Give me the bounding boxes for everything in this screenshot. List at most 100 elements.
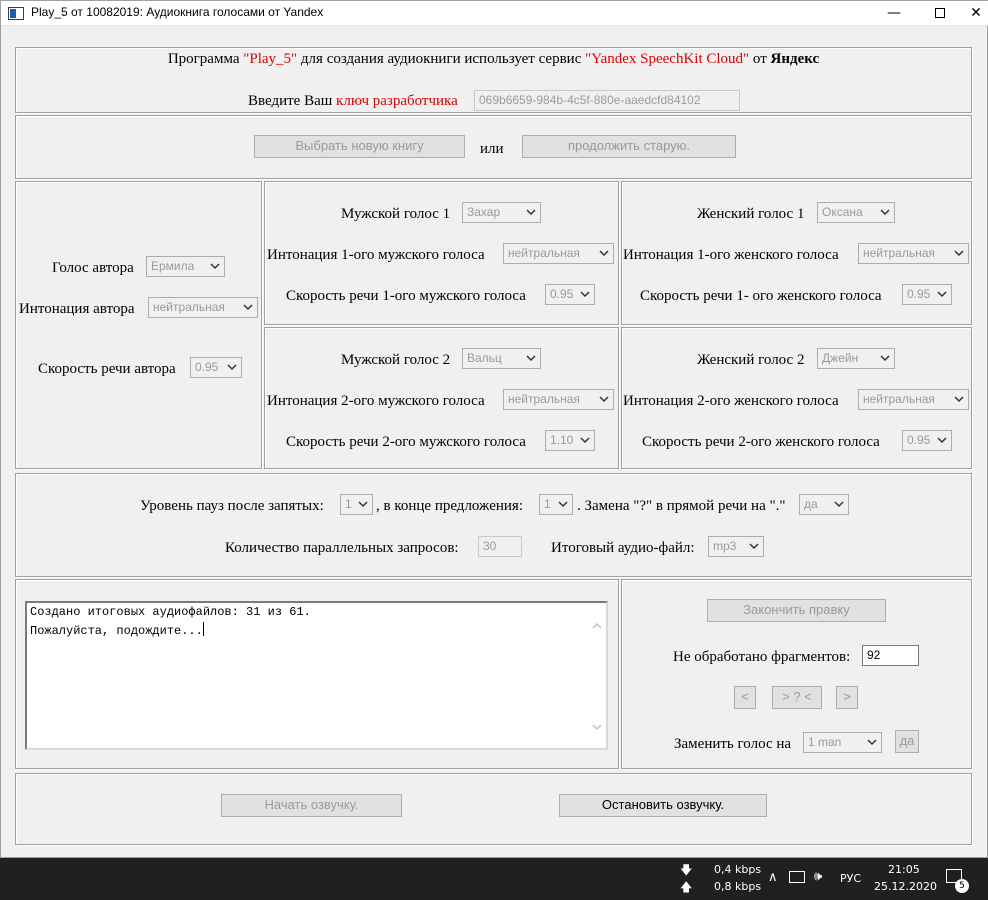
- chevron-up-icon[interactable]: ∧: [768, 870, 778, 885]
- start-voicing-button[interactable]: Начать озвучку.: [221, 794, 402, 817]
- program-name: "Play_5": [243, 51, 298, 67]
- male1-intonation-select[interactable]: нейтральная: [503, 243, 614, 264]
- female1-intonation-select[interactable]: нейтральная: [858, 243, 969, 264]
- upload-speed: 0,8 kbps: [714, 880, 762, 893]
- choose-new-book-button[interactable]: Выбрать новую книгу: [254, 135, 465, 158]
- male1-intonation-label: Интонация 1-ого мужского голоса: [267, 247, 485, 263]
- sentence-pause-select[interactable]: 1: [539, 494, 573, 515]
- volume-icon[interactable]: 🕪: [814, 869, 822, 884]
- question-replace-label: . Замена "?" в прямой речи на ".": [577, 498, 786, 514]
- finish-edit-button[interactable]: Закончить правку: [707, 599, 886, 622]
- api-key-label: Введите Ваш ключ разработчика: [248, 93, 458, 110]
- minimize-button[interactable]: —: [871, 1, 917, 26]
- notification-count: 5: [955, 879, 969, 893]
- chevron-down-icon: [953, 393, 965, 405]
- male1-speed-label: Скорость речи 1-ого мужского голоса: [286, 288, 526, 304]
- prev-fragment-button[interactable]: <: [734, 686, 756, 709]
- chevron-down-icon: [579, 434, 591, 446]
- male1-voice-label: Мужской голос 1: [341, 206, 451, 222]
- api-key-prefix: Введите Ваш: [248, 93, 337, 109]
- chevron-down-icon: [879, 352, 891, 364]
- chevron-down-icon: [936, 434, 948, 446]
- chevron-down-icon: [525, 352, 537, 364]
- chevron-down-icon: [833, 498, 845, 510]
- intro-mid: для создания аудиокниги использует серви…: [297, 51, 586, 67]
- replace-voice-label: Заменить голос на: [674, 736, 792, 752]
- close-button[interactable]: ✕: [963, 1, 988, 26]
- actions-panel: [15, 773, 972, 845]
- male2-voice-label: Мужской голос 2: [341, 352, 451, 368]
- chevron-down-icon: [242, 301, 254, 313]
- language-indicator[interactable]: РУС: [840, 872, 861, 885]
- comma-pause-select[interactable]: 1: [340, 494, 373, 515]
- parallel-requests-field[interactable]: 30: [478, 536, 522, 557]
- intro-prefix: Программа: [167, 51, 244, 67]
- scroll-down-icon[interactable]: [591, 720, 603, 732]
- download-speed: 0,4 kbps: [714, 863, 762, 876]
- api-key-field[interactable]: 069b6659-984b-4c5f-880e-aaedcfd84102: [474, 90, 740, 111]
- chevron-down-icon: [598, 247, 610, 259]
- chevron-down-icon: [579, 288, 591, 300]
- scroll-up-icon[interactable]: [591, 619, 603, 631]
- chevron-down-icon: [936, 288, 948, 300]
- author-voice-select[interactable]: Ермила: [146, 256, 225, 277]
- company-name: Яндекс: [770, 51, 820, 67]
- chevron-down-icon: [557, 498, 569, 510]
- parallel-requests-label: Количество параллельных запросов:: [225, 540, 459, 556]
- female2-voice-select[interactable]: Джейн: [817, 348, 895, 369]
- chevron-down-icon: [953, 247, 965, 259]
- question-replace-select[interactable]: да: [799, 494, 849, 515]
- chevron-down-icon: [357, 498, 369, 510]
- output-file-label: Итоговый аудио-файл:: [551, 540, 695, 556]
- sentence-pause-label: , в конце предложения:: [376, 498, 523, 514]
- log-scrollbar[interactable]: [589, 603, 606, 748]
- next-fragment-button[interactable]: >: [836, 686, 858, 709]
- or-label: или: [480, 141, 504, 157]
- author-speed-label: Скорость речи автора: [38, 361, 176, 377]
- title-bar[interactable]: Play_5 от 10082019: Аудиокнига голосами …: [1, 1, 988, 26]
- maximize-icon: [935, 8, 945, 18]
- chevron-down-icon: [866, 736, 878, 748]
- male1-voice-select[interactable]: Захар: [462, 202, 541, 223]
- continue-old-book-button[interactable]: продолжить старую.: [522, 135, 736, 158]
- male2-speed-select[interactable]: 1.10: [545, 430, 595, 451]
- female1-intonation-label: Интонация 1-ого женского голоса: [623, 247, 839, 263]
- intro-ot: от: [749, 51, 771, 67]
- chevron-down-icon: [209, 260, 221, 272]
- clock-time[interactable]: 21:05: [888, 863, 920, 876]
- output-format-select[interactable]: mp3: [708, 536, 764, 557]
- current-fragment-button[interactable]: > ? <: [772, 686, 822, 709]
- author-speed-select[interactable]: 0.95: [190, 357, 242, 378]
- chevron-down-icon: [879, 206, 891, 218]
- replace-voice-select[interactable]: 1 man: [803, 732, 882, 753]
- log-line-2: Пожалуйста, подождите...: [30, 622, 204, 638]
- female2-speed-select[interactable]: 0.95: [902, 430, 952, 451]
- app-icon: [8, 7, 24, 20]
- replace-voice-confirm-button[interactable]: да: [895, 730, 919, 753]
- male2-intonation-select[interactable]: нейтральная: [503, 389, 614, 410]
- female2-speed-label: Скорость речи 2-ого женского голоса: [642, 434, 880, 450]
- network-icon[interactable]: [789, 871, 805, 883]
- comma-pause-label: Уровень пауз после запятых:: [140, 498, 324, 514]
- female2-voice-label: Женский голос 2: [697, 352, 805, 368]
- unprocessed-field[interactable]: 92: [862, 645, 919, 666]
- female1-speed-label: Скорость речи 1- ого женского голоса: [640, 288, 882, 304]
- log-line-1: Создано итоговых аудиофайлов: 31 из 61.: [30, 605, 311, 619]
- chevron-down-icon: [598, 393, 610, 405]
- female2-intonation-select[interactable]: нейтральная: [858, 389, 969, 410]
- author-intonation-label: Интонация автора: [19, 301, 135, 317]
- female2-intonation-label: Интонация 2-ого женского голоса: [623, 393, 839, 409]
- clock-date[interactable]: 25.12.2020: [874, 880, 937, 893]
- author-intonation-select[interactable]: нейтральная: [148, 297, 258, 318]
- male2-voice-select[interactable]: Вальц: [462, 348, 541, 369]
- text-caret: [202, 622, 204, 636]
- service-name: "Yandex SpeechKit Cloud": [585, 51, 750, 67]
- maximize-button[interactable]: [917, 1, 963, 26]
- female1-voice-select[interactable]: Оксана: [817, 202, 895, 223]
- female1-voice-label: Женский голос 1: [697, 206, 805, 222]
- log-textarea[interactable]: Создано итоговых аудиофайлов: 31 из 61. …: [25, 601, 608, 750]
- stop-voicing-button[interactable]: Остановить озвучку.: [559, 794, 767, 817]
- female1-speed-select[interactable]: 0.95: [902, 284, 952, 305]
- male1-speed-select[interactable]: 0.95: [545, 284, 595, 305]
- taskbar: 🡇 🡅 0,4 kbps 0,8 kbps ∧ 🕪 РУС 21:05 25.1…: [0, 858, 988, 900]
